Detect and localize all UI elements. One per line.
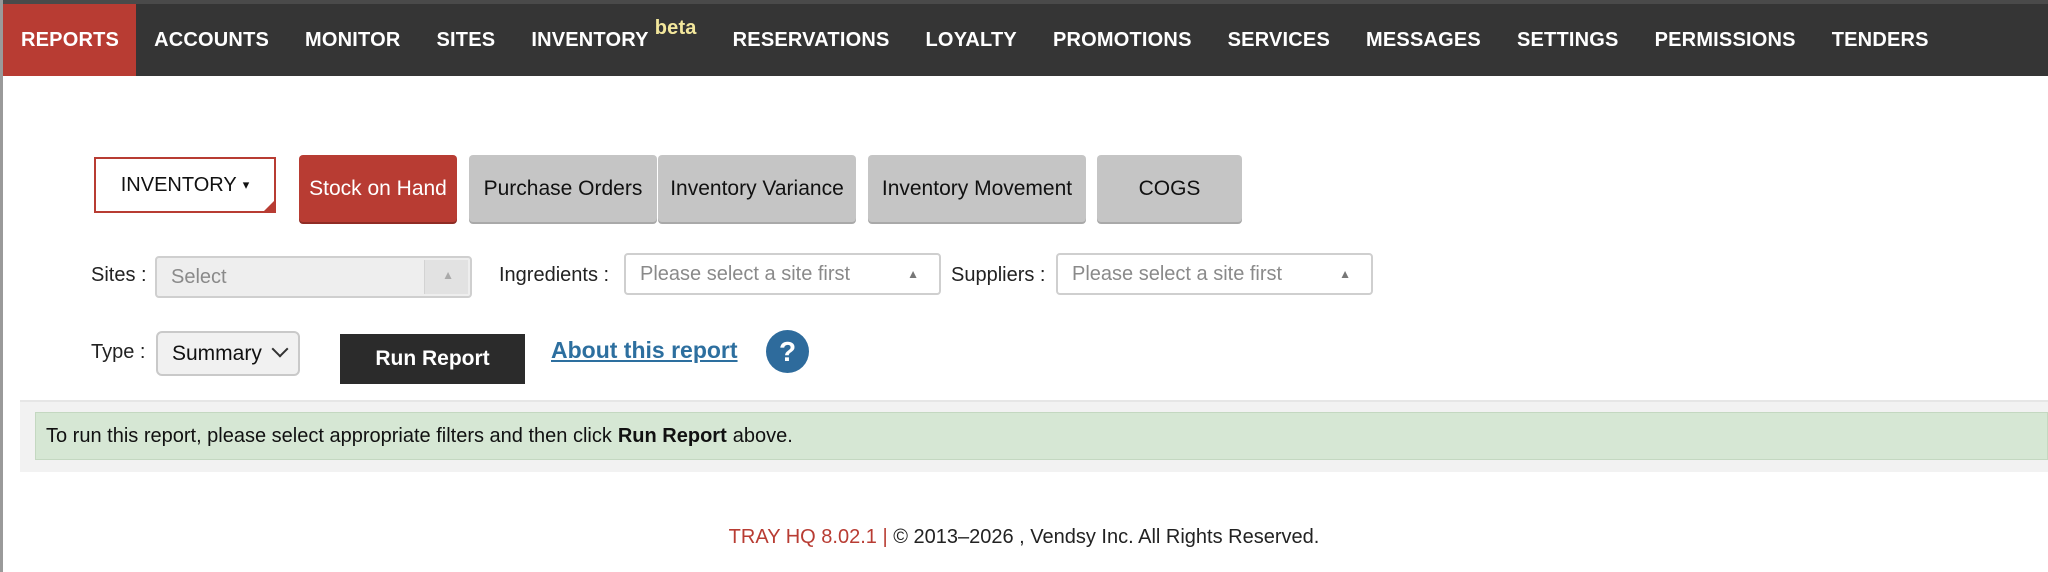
beta-badge: beta xyxy=(654,16,697,39)
chevron-down-icon xyxy=(271,340,289,358)
run-report-button[interactable]: Run Report xyxy=(340,334,525,384)
suppliers-placeholder: Please select a site first xyxy=(1072,262,1283,285)
ingredients-label: Ingredients : xyxy=(499,264,610,286)
about-report-link[interactable]: About this report xyxy=(551,337,738,364)
ingredients-select[interactable]: Please select a site first ▲ xyxy=(624,253,941,295)
nav-promotions[interactable]: PROMOTIONS xyxy=(1035,4,1210,76)
nav-reports-label: REPORTS xyxy=(21,28,120,51)
tab-inventory-variance[interactable]: Inventory Variance xyxy=(658,155,856,222)
help-question-icon[interactable]: ? xyxy=(766,330,809,373)
corner-accent xyxy=(262,199,276,213)
nav-permissions-label: PERMISSIONS xyxy=(1654,28,1796,51)
report-module-label: INVENTORY xyxy=(120,173,237,196)
nav-sites-label: SITES xyxy=(436,28,496,51)
report-module-dropdown[interactable]: INVENTORY ▾ xyxy=(94,157,276,213)
tab-inventory-variance-label: Inventory Variance xyxy=(670,176,844,200)
tab-purchase-orders[interactable]: Purchase Orders xyxy=(469,155,657,222)
sites-placeholder: Select xyxy=(171,265,227,288)
run-report-label: Run Report xyxy=(375,347,490,370)
nav-monitor-label: MONITOR xyxy=(305,28,401,51)
tab-inventory-movement[interactable]: Inventory Movement xyxy=(868,155,1086,222)
footer-version: TRAY HQ 8.02.1 | xyxy=(728,526,888,548)
type-select[interactable]: Summary xyxy=(156,331,300,376)
nav-monitor[interactable]: MONITOR xyxy=(287,4,418,76)
notice-suffix: above. xyxy=(732,424,793,447)
nav-messages-label: MESSAGES xyxy=(1366,28,1481,51)
nav-inventory-label: INVENTORY xyxy=(531,28,649,51)
window-left-edge xyxy=(0,0,3,572)
nav-loyalty-label: LOYALTY xyxy=(925,28,1017,51)
footer-copyright: © 2013–2026 , Vendsy Inc. All Rights Res… xyxy=(893,526,1320,548)
nav-settings[interactable]: SETTINGS xyxy=(1499,4,1637,76)
nav-reservations[interactable]: RESERVATIONS xyxy=(715,4,908,76)
nav-reports[interactable]: REPORTS xyxy=(3,4,137,76)
ingredients-placeholder: Please select a site first xyxy=(640,262,851,285)
nav-reservations-label: RESERVATIONS xyxy=(732,28,890,51)
tab-stock-on-hand-label: Stock on Hand xyxy=(309,176,447,200)
notice-bold: Run Report xyxy=(617,424,727,447)
type-label: Type : xyxy=(91,341,146,363)
nav-tenders-label: TENDERS xyxy=(1831,28,1929,51)
nav-accounts[interactable]: ACCOUNTS xyxy=(136,4,287,76)
suppliers-select[interactable]: Please select a site first ▲ xyxy=(1056,253,1373,295)
suppliers-label: Suppliers : xyxy=(951,264,1046,286)
top-navigation: REPORTS ACCOUNTS MONITOR SITES INVENTORY… xyxy=(3,4,2048,76)
nav-messages[interactable]: MESSAGES xyxy=(1348,4,1499,76)
sites-select[interactable]: Select ▲ xyxy=(155,256,472,298)
tab-cogs[interactable]: COGS xyxy=(1097,155,1242,222)
footer: TRAY HQ 8.02.1 | © 2013–2026 , Vendsy In… xyxy=(0,526,2048,549)
nav-loyalty[interactable]: LOYALTY xyxy=(908,4,1035,76)
notice-prefix: To run this report, please select approp… xyxy=(46,424,612,447)
triangle-up-icon: ▲ xyxy=(442,268,454,282)
nav-tenders[interactable]: TENDERS xyxy=(1814,4,1947,76)
tab-inventory-movement-label: Inventory Movement xyxy=(881,176,1073,200)
nav-promotions-label: PROMOTIONS xyxy=(1052,28,1192,51)
nav-settings-label: SETTINGS xyxy=(1516,28,1619,51)
nav-permissions[interactable]: PERMISSIONS xyxy=(1637,4,1814,76)
triangle-up-icon: ▲ xyxy=(907,267,919,281)
nav-services-label: SERVICES xyxy=(1227,28,1330,51)
nav-inventory[interactable]: INVENTORY beta xyxy=(513,4,714,76)
caret-down-icon: ▾ xyxy=(242,177,250,192)
tab-stock-on-hand[interactable]: Stock on Hand xyxy=(299,155,457,222)
type-value: Summary xyxy=(172,341,262,365)
info-notice: To run this report, please select approp… xyxy=(35,412,2048,460)
nav-accounts-label: ACCOUNTS xyxy=(154,28,270,51)
triangle-up-icon: ▲ xyxy=(1339,267,1351,281)
tab-cogs-label: COGS xyxy=(1138,176,1201,200)
sites-label: Sites : xyxy=(91,264,147,286)
nav-services[interactable]: SERVICES xyxy=(1210,4,1348,76)
tab-purchase-orders-label: Purchase Orders xyxy=(483,176,643,200)
nav-sites[interactable]: SITES xyxy=(419,4,514,76)
